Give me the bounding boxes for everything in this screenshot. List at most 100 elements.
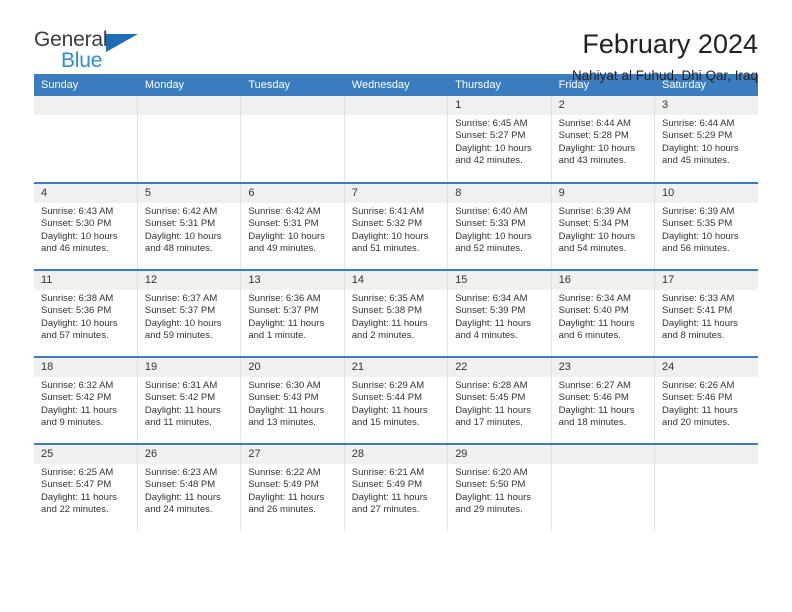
- day-cell: 14 Sunrise: 6:35 AM Sunset: 5:38 PM Dayligh…: [344, 271, 448, 356]
- sun-info: Sunrise: 6:27 AM Sunset: 5:46 PM Daylight:…: [552, 377, 654, 430]
- day-cell: [655, 445, 758, 531]
- weekday-header-sunday: Sunday: [34, 74, 138, 96]
- day-number: 3: [655, 96, 758, 115]
- sunrise-text: Sunrise: 6:42 AM: [144, 206, 218, 217]
- sun-info: Sunrise: 6:42 AM Sunset: 5:31 PM Daylight:…: [138, 203, 240, 256]
- day-cell: 16 Sunrise: 6:34 AM Sunset: 5:40 PM Dayligh…: [551, 271, 655, 356]
- calendar-cell-day[interactable]: 9 Sunrise: 6:39 AM Sunset: 5:34 PM Daylight…: [551, 182, 656, 270]
- calendar-cell-day[interactable]: 5 Sunrise: 6:42 AM Sunset: 5:31 PM Daylight…: [137, 182, 242, 270]
- calendar-cell-day[interactable]: 23 Sunrise: 6:27 AM Sunset: 5:46 PM Dayligh…: [551, 356, 656, 444]
- calendar-cell-day[interactable]: 4 Sunrise: 6:43 AM Sunset: 5:30 PM Daylight…: [34, 182, 138, 270]
- calendar-cell-day[interactable]: 21 Sunrise: 6:29 AM Sunset: 5:44 PM Dayligh…: [344, 356, 449, 444]
- daylight-text: Daylight: 10 hours and 43 minutes.: [558, 142, 636, 167]
- daylight-text: Daylight: 10 hours and 51 minutes.: [351, 230, 429, 255]
- sun-info: Sunrise: 6:39 AM Sunset: 5:34 PM Daylight:…: [552, 203, 654, 256]
- calendar-cell-day[interactable]: 10 Sunrise: 6:39 AM Sunset: 5:35 PM Dayligh…: [654, 182, 758, 270]
- day-number: 20: [241, 358, 344, 377]
- calendar-cell-day[interactable]: 14 Sunrise: 6:35 AM Sunset: 5:38 PM Dayligh…: [344, 269, 449, 357]
- sunrise-text: Sunrise: 6:43 AM: [41, 206, 114, 217]
- calendar-cell-day[interactable]: 20 Sunrise: 6:30 AM Sunset: 5:43 PM Dayligh…: [240, 356, 345, 444]
- day-number: [344, 96, 448, 115]
- sun-info: Sunrise: 6:36 AM Sunset: 5:37 PM Daylight:…: [241, 290, 343, 343]
- calendar-cell-day[interactable]: 27 Sunrise: 6:22 AM Sunset: 5:49 PM Dayligh…: [240, 443, 345, 531]
- calendar-cell-day[interactable]: 11 Sunrise: 6:38 AM Sunset: 5:36 PM Dayligh…: [34, 269, 138, 357]
- sunset-text: Sunset: 5:33 PM: [455, 218, 526, 230]
- sunset-text: Sunset: 5:31 PM: [248, 218, 319, 230]
- sunrise-text: Sunrise: 6:23 AM: [144, 467, 218, 478]
- sunset-text: Sunset: 5:34 PM: [558, 218, 629, 230]
- calendar-cell-day[interactable]: 6 Sunrise: 6:42 AM Sunset: 5:31 PM Daylight…: [240, 182, 345, 270]
- calendar-cell-empty: [344, 96, 449, 183]
- calendar-cell-day[interactable]: 29 Sunrise: 6:20 AM Sunset: 5:50 PM Dayligh…: [447, 443, 552, 531]
- calendar-cell-day[interactable]: 17 Sunrise: 6:33 AM Sunset: 5:41 PM Dayligh…: [654, 269, 758, 357]
- sun-info: Sunrise: 6:31 AM Sunset: 5:42 PM Daylight:…: [138, 377, 240, 430]
- calendar-cell-day[interactable]: 8 Sunrise: 6:40 AM Sunset: 5:33 PM Daylight…: [447, 182, 552, 270]
- sunrise-text: Sunrise: 6:42 AM: [248, 206, 321, 217]
- sunrise-text: Sunrise: 6:28 AM: [455, 380, 528, 391]
- calendar-week-row: 11 Sunrise: 6:38 AM Sunset: 5:36 PM Dayligh…: [34, 269, 758, 357]
- calendar-cell-day[interactable]: 28 Sunrise: 6:21 AM Sunset: 5:49 PM Dayligh…: [344, 443, 449, 531]
- day-cell: 29 Sunrise: 6:20 AM Sunset: 5:50 PM Dayligh…: [448, 445, 551, 531]
- calendar-cell-day[interactable]: 26 Sunrise: 6:23 AM Sunset: 5:48 PM Dayligh…: [137, 443, 242, 531]
- sunrise-text: Sunrise: 6:34 AM: [455, 293, 528, 304]
- day-cell: 25 Sunrise: 6:25 AM Sunset: 5:47 PM Dayligh…: [34, 445, 137, 531]
- day-number: 18: [34, 358, 137, 377]
- daylight-text: Daylight: 11 hours and 9 minutes.: [41, 404, 117, 429]
- calendar-cell-day[interactable]: 12 Sunrise: 6:37 AM Sunset: 5:37 PM Dayligh…: [137, 269, 242, 357]
- calendar-cell-day[interactable]: 13 Sunrise: 6:36 AM Sunset: 5:37 PM Dayligh…: [240, 269, 345, 357]
- sunset-text: Sunset: 5:27 PM: [455, 130, 526, 142]
- day-number: 25: [34, 445, 137, 464]
- calendar-cell-day[interactable]: 19 Sunrise: 6:31 AM Sunset: 5:42 PM Dayligh…: [137, 356, 242, 444]
- day-cell: 23 Sunrise: 6:27 AM Sunset: 5:46 PM Dayligh…: [551, 358, 655, 443]
- day-cell: 1 Sunrise: 6:45 AM Sunset: 5:27 PM Daylight…: [448, 96, 551, 182]
- sun-info: Sunrise: 6:34 AM Sunset: 5:40 PM Daylight:…: [552, 290, 654, 343]
- calendar-cell-day[interactable]: 3 Sunrise: 6:44 AM Sunset: 5:29 PM Daylight…: [654, 96, 758, 183]
- daylight-text: Daylight: 11 hours and 20 minutes.: [662, 404, 738, 429]
- sun-info: Sunrise: 6:43 AM Sunset: 5:30 PM Daylight:…: [34, 203, 137, 256]
- daylight-text: Daylight: 11 hours and 17 minutes.: [455, 404, 532, 429]
- calendar-cell-day[interactable]: 24 Sunrise: 6:26 AM Sunset: 5:46 PM Dayligh…: [654, 356, 758, 444]
- day-cell: 11 Sunrise: 6:38 AM Sunset: 5:36 PM Dayligh…: [34, 271, 137, 356]
- daylight-text: Daylight: 10 hours and 42 minutes.: [455, 142, 532, 167]
- calendar-cell-day[interactable]: 15 Sunrise: 6:34 AM Sunset: 5:39 PM Dayligh…: [447, 269, 552, 357]
- sunrise-text: Sunrise: 6:34 AM: [558, 293, 631, 304]
- sunrise-text: Sunrise: 6:33 AM: [662, 293, 735, 304]
- weekday-header-tuesday: Tuesday: [240, 74, 345, 96]
- calendar-cell-day[interactable]: 7 Sunrise: 6:41 AM Sunset: 5:32 PM Daylight…: [344, 182, 449, 270]
- calendar-cell-day[interactable]: 1 Sunrise: 6:45 AM Sunset: 5:27 PM Daylight…: [447, 96, 552, 183]
- day-number: 29: [448, 445, 551, 464]
- calendar-cell-day[interactable]: 16 Sunrise: 6:34 AM Sunset: 5:40 PM Dayligh…: [551, 269, 656, 357]
- general-blue-logo[interactable]: General Blue: [34, 28, 164, 76]
- daylight-text: Daylight: 10 hours and 59 minutes.: [144, 317, 222, 342]
- page-title: February 2024: [582, 29, 758, 59]
- sunset-text: Sunset: 5:39 PM: [455, 305, 526, 317]
- calendar-week-row: 25 Sunrise: 6:25 AM Sunset: 5:47 PM Dayligh…: [34, 443, 758, 531]
- day-number: 7: [344, 184, 448, 203]
- calendar-cell-day[interactable]: 22 Sunrise: 6:28 AM Sunset: 5:45 PM Dayligh…: [447, 356, 552, 444]
- day-number: 19: [137, 358, 241, 377]
- logo-text-blue: Blue: [61, 49, 103, 72]
- calendar-cell-day[interactable]: 2 Sunrise: 6:44 AM Sunset: 5:28 PM Daylight…: [551, 96, 656, 183]
- sunrise-text: Sunrise: 6:44 AM: [662, 118, 735, 129]
- daylight-text: Daylight: 10 hours and 54 minutes.: [558, 230, 636, 255]
- day-cell: 6 Sunrise: 6:42 AM Sunset: 5:31 PM Daylight…: [241, 184, 344, 269]
- sun-info: Sunrise: 6:39 AM Sunset: 5:35 PM Daylight:…: [655, 203, 758, 256]
- sunset-text: Sunset: 5:37 PM: [248, 305, 319, 317]
- sun-info: Sunrise: 6:20 AM Sunset: 5:50 PM Daylight:…: [448, 464, 550, 517]
- daylight-text: Daylight: 10 hours and 45 minutes.: [662, 142, 739, 167]
- sun-info: Sunrise: 6:25 AM Sunset: 5:47 PM Daylight:…: [34, 464, 137, 517]
- sunrise-text: Sunrise: 6:39 AM: [662, 206, 735, 217]
- weekday-header-monday: Monday: [137, 74, 242, 96]
- calendar-cell-day[interactable]: 25 Sunrise: 6:25 AM Sunset: 5:47 PM Dayligh…: [34, 443, 138, 531]
- sunset-text: Sunset: 5:35 PM: [662, 218, 733, 230]
- sunrise-text: Sunrise: 6:30 AM: [248, 380, 321, 391]
- calendar-cell-day[interactable]: 18 Sunrise: 6:32 AM Sunset: 5:42 PM Dayligh…: [34, 356, 138, 444]
- sunset-text: Sunset: 5:37 PM: [144, 305, 216, 317]
- sun-info: Sunrise: 6:38 AM Sunset: 5:36 PM Daylight:…: [34, 290, 137, 343]
- daylight-text: Daylight: 11 hours and 27 minutes.: [351, 491, 428, 516]
- sunrise-text: Sunrise: 6:27 AM: [558, 380, 631, 391]
- day-cell: 12 Sunrise: 6:37 AM Sunset: 5:37 PM Dayligh…: [137, 271, 241, 356]
- day-number: [137, 96, 241, 115]
- day-cell: 10 Sunrise: 6:39 AM Sunset: 5:35 PM Dayligh…: [655, 184, 758, 269]
- sunrise-text: Sunrise: 6:39 AM: [558, 206, 631, 217]
